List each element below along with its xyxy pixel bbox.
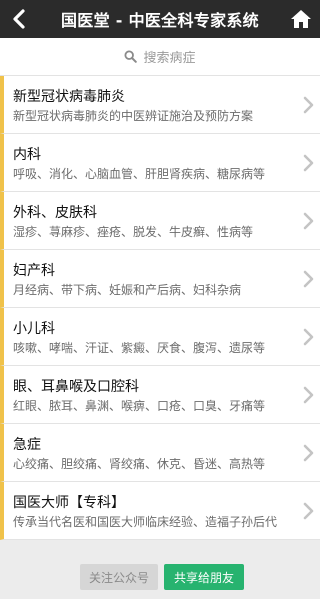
category-name: 眼、耳鼻喉及口腔科 xyxy=(13,379,139,395)
chevron-right-icon xyxy=(303,212,314,230)
list-item[interactable]: 急症 心绞痛、胆绞痛、肾绞痛、休克、昏迷、高热等 xyxy=(0,424,320,482)
chevron-right-icon xyxy=(303,328,314,346)
home-icon xyxy=(291,10,311,28)
category-name: 外科、皮肤科 xyxy=(13,205,97,221)
search-bar[interactable]: 搜索病症 xyxy=(0,38,320,76)
list-item[interactable]: 妇产科 月经病、带下病、妊娠和产后病、妇科杂病 xyxy=(0,250,320,308)
category-desc: 红眼、脓耳、鼻渊、喉痹、口疮、口臭、牙痛等 xyxy=(13,399,266,413)
category-name: 妇产科 xyxy=(13,263,55,279)
category-name: 小儿科 xyxy=(13,321,55,337)
back-button[interactable] xyxy=(6,6,32,32)
app-header: 国医堂 - 中医全科专家系统 xyxy=(0,0,320,38)
share-to-friends-button[interactable]: 共享给朋友 xyxy=(164,564,244,590)
category-desc: 新型冠状病毒肺炎的中医辨证施治及预防方案 xyxy=(13,109,254,123)
list-item[interactable]: 外科、皮肤科 湿疹、荨麻疹、痤疮、脱发、牛皮癣、性病等 xyxy=(0,192,320,250)
category-desc: 心绞痛、胆绞痛、肾绞痛、休克、昏迷、高热等 xyxy=(13,457,266,471)
search-icon xyxy=(124,50,138,63)
category-name: 内科 xyxy=(13,147,41,163)
home-button[interactable] xyxy=(288,6,314,32)
chevron-right-icon xyxy=(303,502,314,520)
category-desc: 月经病、带下病、妊娠和产后病、妇科杂病 xyxy=(13,283,242,297)
category-desc: 湿疹、荨麻疹、痤疮、脱发、牛皮癣、性病等 xyxy=(13,225,254,239)
category-name: 新型冠状病毒肺炎 xyxy=(13,89,125,105)
list-item[interactable]: 新型冠状病毒肺炎 新型冠状病毒肺炎的中医辨证施治及预防方案 xyxy=(0,76,320,134)
search-placeholder: 搜索病症 xyxy=(143,51,196,66)
list-item[interactable]: 小儿科 咳嗽、哮喘、汗证、紫癜、厌食、腹泻、遗尿等 xyxy=(0,308,320,366)
category-desc: 呼吸、消化、心脑血管、肝胆肾疾病、糖尿病等 xyxy=(13,167,266,181)
category-name: 国医大师【专科】 xyxy=(13,495,125,511)
category-desc: 传承当代名医和国医大师临床经验、造福子孙后代 xyxy=(13,515,278,529)
back-arrow-icon xyxy=(13,9,25,29)
list-item[interactable]: 眼、耳鼻喉及口腔科 红眼、脓耳、鼻渊、喉痹、口疮、口臭、牙痛等 xyxy=(0,366,320,424)
chevron-right-icon xyxy=(303,386,314,404)
category-name: 急症 xyxy=(13,437,41,453)
chevron-right-icon xyxy=(303,96,314,114)
category-desc: 咳嗽、哮喘、汗证、紫癜、厌食、腹泻、遗尿等 xyxy=(13,341,266,355)
category-list: 新型冠状病毒肺炎 新型冠状病毒肺炎的中医辨证施治及预防方案 内科 呼吸、消化、心… xyxy=(0,76,320,540)
list-item[interactable]: 国医大师【专科】 传承当代名医和国医大师临床经验、造福子孙后代 xyxy=(0,482,320,540)
page-title: 国医堂 - 中医全科专家系统 xyxy=(61,11,259,30)
footer-bar: 关注公众号 共享给朋友 xyxy=(0,540,320,599)
chevron-right-icon xyxy=(303,444,314,462)
list-item[interactable]: 内科 呼吸、消化、心脑血管、肝胆肾疾病、糖尿病等 xyxy=(0,134,320,192)
chevron-right-icon xyxy=(303,270,314,288)
follow-account-button[interactable]: 关注公众号 xyxy=(80,564,158,590)
chevron-right-icon xyxy=(303,154,314,172)
